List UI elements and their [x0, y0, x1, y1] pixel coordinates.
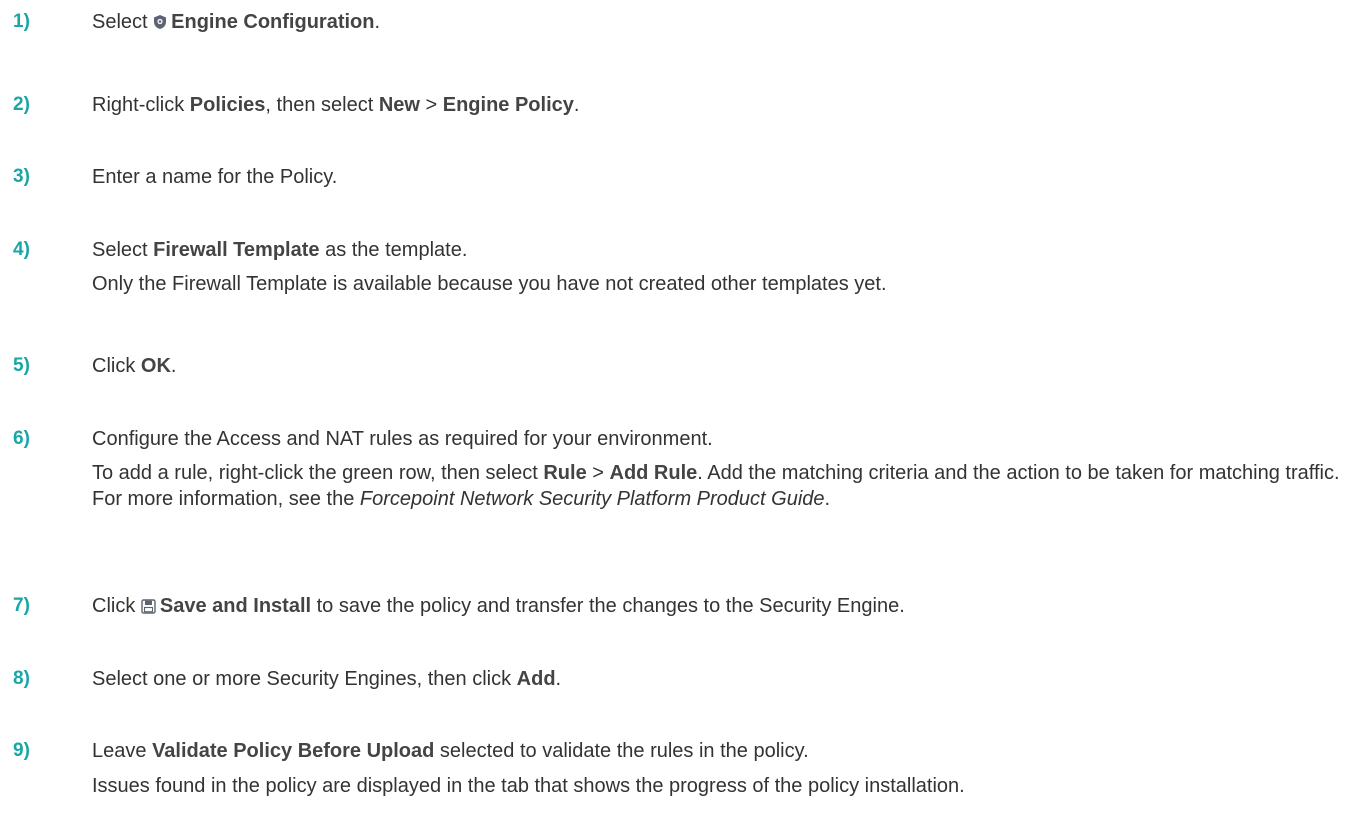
step-text: Click Save and Install to save the polic…: [92, 592, 1342, 622]
step-number: 5): [13, 355, 30, 376]
step-number: 6): [13, 428, 30, 449]
save-and-install-icon: [141, 594, 156, 622]
step-number: 9): [13, 740, 30, 761]
step-note: Issues found in the policy are displayed…: [92, 775, 965, 797]
step-text: Click OK.: [92, 355, 177, 377]
step-text: Leave Validate Policy Before Upload sele…: [92, 740, 809, 762]
step-number: 4): [13, 239, 30, 260]
step-number: 3): [13, 166, 30, 187]
step-note: Only the Firewall Template is available …: [92, 273, 887, 295]
step-text: Right-click Policies, then select New > …: [92, 94, 580, 116]
step-text: Select one or more Security Engines, the…: [92, 668, 562, 690]
step-note: To add a rule, right-click the green row…: [92, 462, 1340, 510]
step-text: Select Engine Configuration.: [92, 8, 1342, 38]
step-text: Enter a name for the Policy.: [92, 166, 338, 188]
engine-configuration-shield-icon: [153, 10, 167, 38]
step-number: 2): [13, 94, 30, 115]
step-text: Select Firewall Template as the template…: [92, 239, 468, 261]
step-number: 8): [13, 668, 30, 689]
step-text: Configure the Access and NAT rules as re…: [92, 428, 713, 450]
step-number: 1): [13, 11, 30, 32]
product-guide-reference: Forcepoint Network Security Platform Pro…: [359, 488, 825, 510]
step-number: 7): [13, 595, 30, 616]
